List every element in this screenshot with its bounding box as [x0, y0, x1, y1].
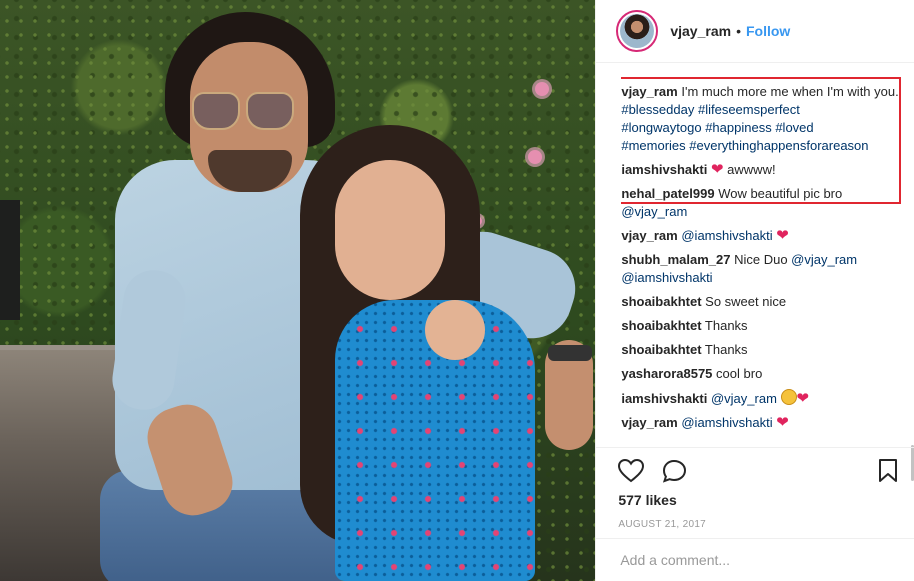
comment-mention[interactable]: @vjay_ram — [621, 204, 687, 219]
woman-face — [335, 160, 445, 300]
comment-text: Thanks — [704, 318, 748, 333]
post-date: AUGUST 21, 2017 — [618, 519, 707, 530]
flower — [535, 82, 549, 96]
comments-list[interactable]: vjay_ram I'm much more me when I'm with … — [621, 75, 905, 447]
comment-username[interactable]: shoaibakhtet — [621, 294, 701, 309]
comment: vjay_ram @iamshivshakti ❤ — [621, 227, 905, 245]
comment-username[interactable]: yasharora8575 — [621, 366, 712, 381]
comment-text: cool bro — [716, 366, 763, 381]
comment-username[interactable]: shoaibakhtet — [621, 318, 701, 333]
comment-mention[interactable]: @vjay_ram — [711, 391, 777, 406]
header-separator: • — [736, 23, 741, 39]
comment-username[interactable]: shoaibakhtet — [621, 342, 701, 357]
comment-username[interactable]: vjay_ram — [621, 228, 677, 243]
likes-count[interactable]: 577 likes — [618, 492, 676, 508]
heart-icon[interactable] — [618, 459, 645, 483]
comment-icon[interactable] — [662, 459, 688, 483]
avatar[interactable] — [616, 10, 659, 52]
flower — [528, 150, 542, 164]
wristwatch — [548, 345, 592, 361]
comment-username[interactable]: vjay_ram — [621, 415, 677, 430]
follow-button[interactable]: Follow — [746, 23, 790, 39]
comment: yasharora8575 cool bro — [621, 365, 905, 383]
post-photo[interactable] — [0, 0, 596, 581]
comment-text: Thanks — [704, 342, 748, 357]
instagram-post: vjay_ram • Follow vjay_ram I'm much more… — [0, 0, 914, 581]
comment: vjay_ram @iamshivshakti ❤ — [621, 414, 905, 432]
comment: shoaibakhtet Thanks — [621, 317, 905, 335]
comment: shubh_malam_27 Nice Duo @vjay_ram @iamsh… — [621, 251, 905, 287]
heart-emoji-icon: ❤ — [796, 390, 810, 407]
post-header: vjay_ram • Follow — [596, 0, 914, 63]
comment-username[interactable]: iamshivshakti — [621, 391, 707, 406]
comment-mention[interactable]: @vjay_ram — [791, 252, 857, 267]
comment-text: So sweet nice — [705, 294, 787, 309]
post-side-panel: vjay_ram • Follow vjay_ram I'm much more… — [595, 0, 914, 581]
comment-text: Nice Duo — [734, 252, 788, 267]
heart-emoji-icon: ❤ — [776, 227, 789, 244]
heart-emoji-icon: ❤ — [776, 414, 789, 431]
add-comment-bar — [596, 538, 914, 581]
caption-highlight-box — [621, 77, 902, 204]
woman-shoulder — [425, 300, 485, 360]
post-actions: 577 likes AUGUST 21, 2017 — [596, 447, 914, 530]
comment-mention[interactable]: @iamshivshakti — [681, 415, 772, 430]
lamp-post — [0, 200, 20, 320]
smiling-face-emoji-icon — [780, 389, 797, 405]
comment-mention[interactable]: @iamshivshakti — [681, 228, 772, 243]
comment-mention[interactable]: @iamshivshakti — [621, 270, 712, 285]
comment: shoaibakhtet So sweet nice — [621, 293, 905, 311]
add-comment-input[interactable] — [618, 551, 893, 569]
comment: iamshivshakti @vjay_ram ❤ — [621, 389, 905, 408]
comment-username[interactable]: shubh_malam_27 — [621, 252, 730, 267]
action-icons — [596, 448, 914, 485]
bookmark-icon[interactable] — [878, 459, 898, 483]
sunglasses — [192, 92, 294, 130]
header-username[interactable]: vjay_ram — [670, 23, 731, 39]
comment: shoaibakhtet Thanks — [621, 341, 905, 359]
